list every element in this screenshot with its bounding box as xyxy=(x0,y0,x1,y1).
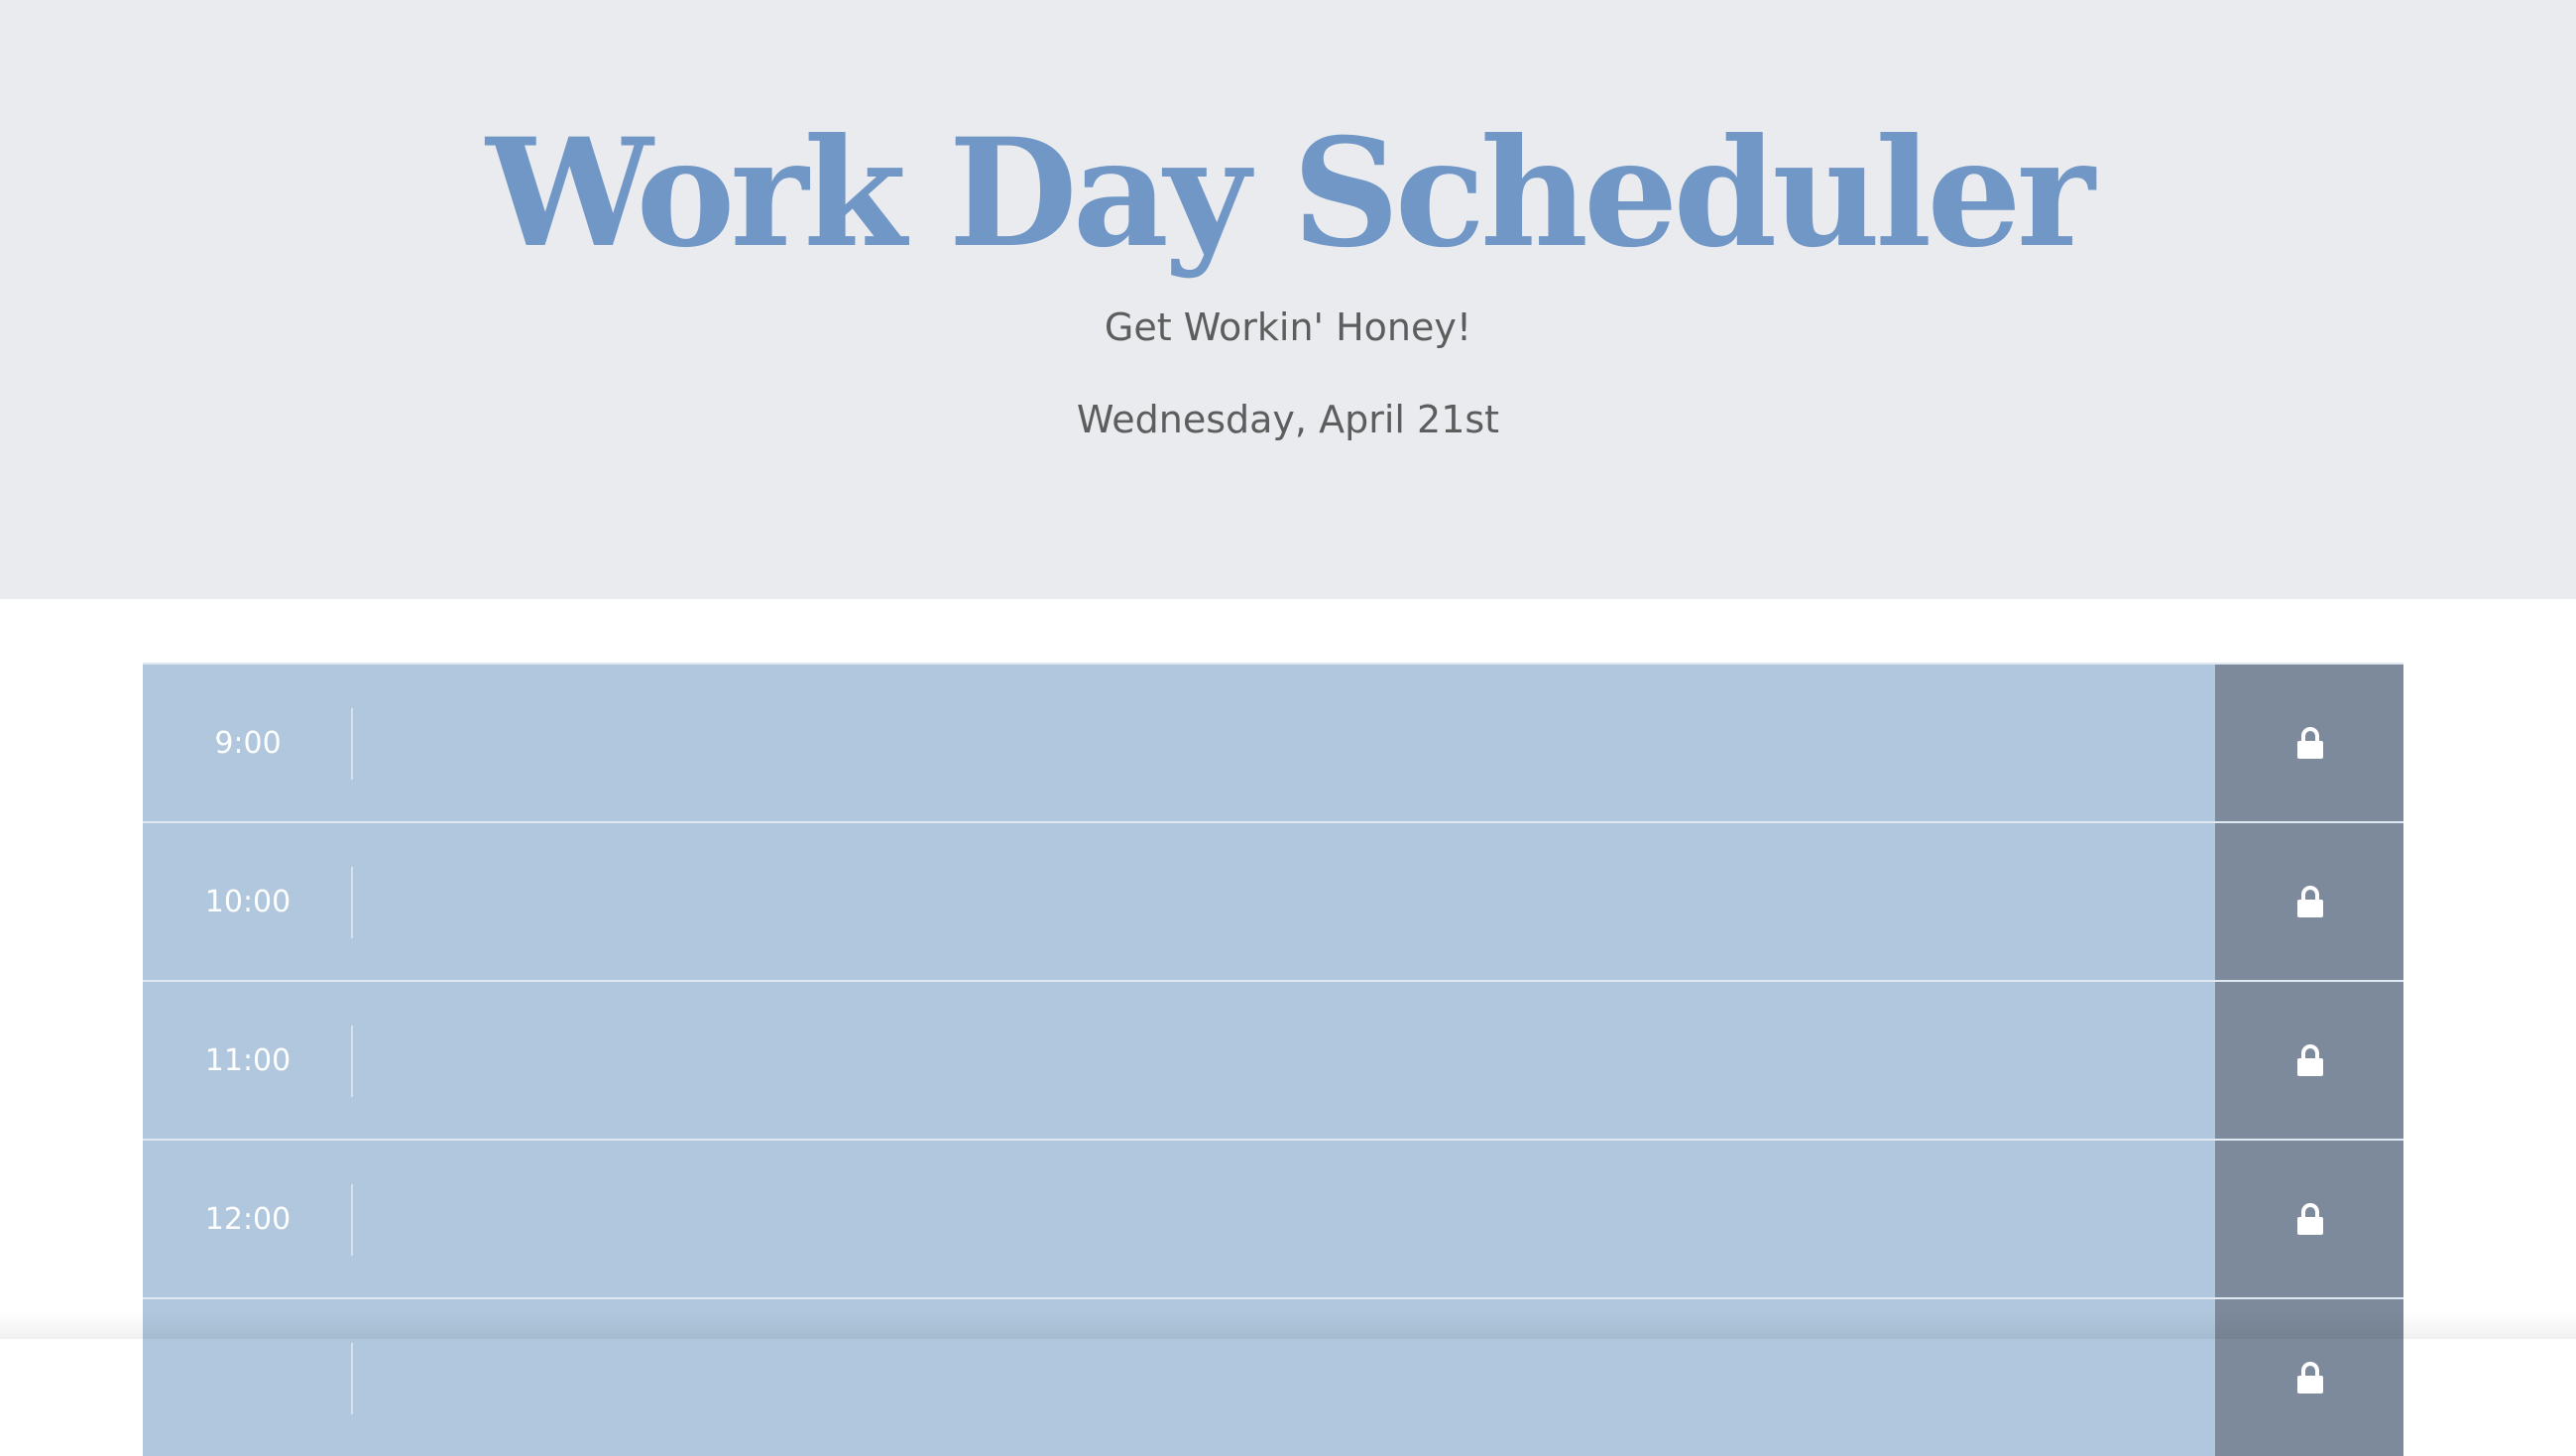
time-block-row: 12:00 xyxy=(143,1139,2403,1297)
current-day: Wednesday, April 21st xyxy=(0,395,2576,444)
description-input[interactable] xyxy=(353,1299,2215,1456)
schedule-container: 9:00 10:00 11:00 12:00 xyxy=(143,663,2403,1456)
hour-label: 9:00 xyxy=(143,665,353,821)
lock-icon xyxy=(2297,886,2323,917)
description-input[interactable] xyxy=(353,1141,2215,1297)
time-block-row: 10:00 xyxy=(143,821,2403,980)
description-input[interactable] xyxy=(353,823,2215,980)
save-button[interactable] xyxy=(2215,1299,2403,1456)
save-button[interactable] xyxy=(2215,823,2403,980)
header: Work Day Scheduler Get Workin' Honey! We… xyxy=(0,0,2576,599)
hour-label xyxy=(143,1299,353,1456)
time-block-row xyxy=(143,1297,2403,1456)
description-input[interactable] xyxy=(353,982,2215,1139)
hour-label: 12:00 xyxy=(143,1141,353,1297)
hour-label: 10:00 xyxy=(143,823,353,980)
time-block-row: 11:00 xyxy=(143,980,2403,1139)
description-input[interactable] xyxy=(353,665,2215,821)
lock-icon xyxy=(2297,1044,2323,1076)
save-button[interactable] xyxy=(2215,665,2403,821)
lock-icon xyxy=(2297,727,2323,759)
hour-label: 11:00 xyxy=(143,982,353,1139)
page-title: Work Day Scheduler xyxy=(0,99,2576,288)
lock-icon xyxy=(2297,1203,2323,1235)
save-button[interactable] xyxy=(2215,982,2403,1139)
save-button[interactable] xyxy=(2215,1141,2403,1297)
page-subtitle: Get Workin' Honey! xyxy=(0,303,2576,352)
time-block-row: 9:00 xyxy=(143,663,2403,821)
lock-icon xyxy=(2297,1362,2323,1394)
